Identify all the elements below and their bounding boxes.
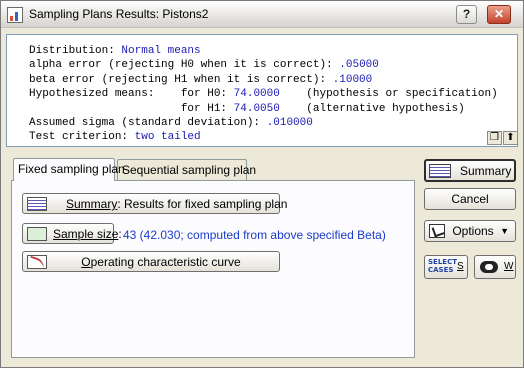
options-icon	[429, 224, 445, 238]
window-title: Sampling Plans Results: Pistons2	[29, 7, 209, 21]
sample-size-value: 43 (42.030; computed from above specifie…	[123, 228, 386, 242]
results-line: alpha error (rejecting H0 when it is cor…	[29, 59, 379, 72]
cancel-button[interactable]: Cancel	[424, 188, 516, 210]
operating-characteristic-label: Operating characteristic curve	[81, 255, 241, 269]
summary-table-icon	[429, 164, 451, 178]
select-cases-label: SELECT CASES	[428, 258, 457, 274]
copy-icon[interactable]: ❐	[487, 131, 502, 145]
operating-characteristic-curve-button[interactable]: Operating characteristic curve	[22, 251, 280, 272]
sample-size-button[interactable]: Sample size:	[22, 223, 122, 244]
close-button[interactable]: ✕	[487, 5, 511, 24]
tab-sequential-sampling-plan[interactable]: Sequential sampling plan	[117, 159, 256, 180]
select-cases-key: S	[457, 261, 464, 272]
summary-table-icon	[27, 197, 47, 211]
sampling-plans-results-window: Sampling Plans Results: Pistons2 ? ✕ Dis…	[0, 0, 524, 368]
summary-button-label: Summary	[460, 164, 512, 178]
sample-size-icon	[27, 227, 47, 241]
tab-fixed-sampling-plan[interactable]: Fixed sampling plan	[13, 158, 125, 181]
results-line: beta error (rejecting H1 when it is corr…	[29, 73, 373, 86]
summary-fixed-plan-button[interactable]: Summary: Results for fixed sampling plan	[22, 193, 287, 214]
app-chart-icon	[7, 7, 23, 23]
results-line: Assumed sigma (standard deviation): .010…	[29, 116, 313, 129]
results-text-panel: Distribution: Normal means alpha error (…	[6, 34, 518, 147]
title-bar[interactable]: Sampling Plans Results: Pistons2 ? ✕	[1, 1, 523, 28]
results-line: Test criterion: two tailed	[29, 131, 201, 144]
results-line: for H1: 74.0050 (alternative hypothesis)	[29, 102, 465, 115]
sample-size-label: Sample size:	[53, 227, 122, 241]
summary-fixed-plan-label: Summary: Results for fixed sampling plan	[66, 197, 288, 211]
weight-button[interactable]: W	[474, 255, 516, 279]
arrow-up-icon[interactable]: ⬆	[503, 131, 518, 145]
weight-key: W	[504, 261, 514, 272]
fixed-plan-panel: Summary: Results for fixed sampling plan…	[11, 180, 415, 358]
results-line: Hypothesized means: for H0: 74.0000 (hyp…	[29, 88, 498, 101]
dropdown-arrow-icon: ▼	[500, 226, 509, 236]
options-button[interactable]: Options ▼	[424, 220, 516, 242]
summary-button[interactable]: Summary	[424, 159, 516, 182]
select-cases-button[interactable]: SELECT CASES S	[424, 255, 468, 279]
help-button[interactable]: ?	[456, 5, 477, 24]
results-line: Distribution: Normal means	[29, 45, 201, 57]
options-label: Options	[452, 224, 494, 238]
weight-icon	[480, 261, 498, 273]
